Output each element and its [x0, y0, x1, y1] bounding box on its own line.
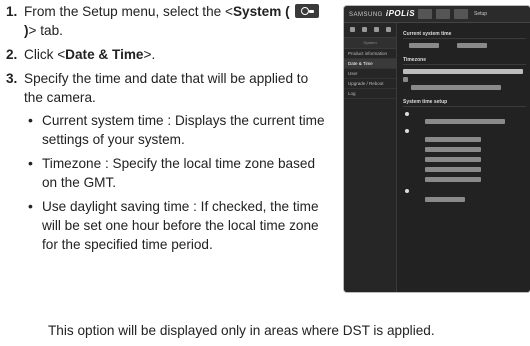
- list-item: Use daylight saving time : If checked, t…: [24, 197, 326, 254]
- sidebar-header: System: [344, 38, 396, 49]
- ntp-address-1[interactable]: [425, 137, 481, 142]
- step-text-end: > tab.: [28, 23, 63, 38]
- sidebar-item-user[interactable]: User: [344, 69, 396, 79]
- section-current-time: Current system time: [403, 31, 452, 37]
- manual-date-time-fields[interactable]: [425, 119, 505, 124]
- setup-label: Setup: [474, 11, 488, 17]
- system-tab-label: System (: [232, 4, 294, 19]
- pc-date-field: [425, 197, 465, 202]
- manual-radio[interactable]: [405, 112, 409, 116]
- brand-logo: SAMSUNG iPOLiS: [349, 9, 416, 18]
- step-1: 1. From the Setup menu, select the <Syst…: [6, 2, 326, 40]
- step-number: 1.: [6, 4, 18, 19]
- instruction-steps: 1. From the Setup menu, select the <Syst…: [6, 2, 326, 259]
- step-text: Specify the time and date that will be a…: [24, 71, 309, 105]
- section-system-time-setup: System time setup: [403, 99, 448, 105]
- sidebar-item-date-time[interactable]: Date & Time: [344, 59, 396, 69]
- step-number: 3.: [6, 71, 18, 86]
- option-list: Current system time : Displays the curre…: [24, 111, 326, 254]
- setup-screenshot: SAMSUNG iPOLiS Setup System Product infor…: [344, 6, 530, 292]
- live-icon[interactable]: [418, 9, 432, 19]
- timezone-select[interactable]: [403, 69, 523, 74]
- step-text: Click <: [24, 47, 66, 62]
- sidebar-item-product-information[interactable]: Product information: [344, 49, 396, 59]
- list-item: Current system time : Displays the curre…: [24, 111, 326, 149]
- step-3: 3. Specify the time and date that will b…: [6, 69, 326, 254]
- settings-panel: Current system time Timezone System time…: [397, 23, 530, 292]
- divider: [403, 64, 526, 65]
- system-gear-icon: [295, 4, 320, 18]
- divider: [403, 106, 526, 107]
- search-icon[interactable]: [436, 9, 450, 19]
- ntp-address-4[interactable]: [425, 167, 481, 172]
- ntp-address-3[interactable]: [425, 157, 481, 162]
- video-icon[interactable]: [350, 27, 355, 32]
- dst-period-field[interactable]: [411, 85, 501, 90]
- network-icon[interactable]: [362, 27, 367, 32]
- step-text-end: >.: [143, 47, 156, 62]
- setup-icon[interactable]: [454, 9, 468, 19]
- dst-checkbox[interactable]: [403, 77, 408, 82]
- date-field: [409, 43, 439, 48]
- sidebar-item-upgrade-reboot[interactable]: Upgrade / Reboot: [344, 79, 396, 89]
- category-icons: [344, 23, 396, 38]
- ntp-radio[interactable]: [405, 129, 409, 133]
- section-timezone: Timezone: [403, 57, 426, 63]
- dst-note: This option will be displayed only in ar…: [48, 323, 435, 338]
- step-text: From the Setup menu, select the <: [24, 4, 233, 19]
- setup-sidebar: System Product information Date & Time U…: [344, 23, 397, 292]
- top-bar: SAMSUNG iPOLiS Setup: [344, 6, 530, 23]
- ntp-address-2[interactable]: [425, 147, 481, 152]
- ntp-address-5[interactable]: [425, 177, 481, 182]
- sidebar-item-log[interactable]: Log: [344, 89, 396, 99]
- system-icon[interactable]: [386, 27, 391, 32]
- list-item: Timezone : Specify the local time zone b…: [24, 154, 326, 192]
- divider: [403, 38, 526, 39]
- event-icon[interactable]: [374, 27, 379, 32]
- step-number: 2.: [6, 47, 18, 62]
- step-2: 2. Click <Date & Time>.: [6, 45, 326, 64]
- pc-sync-radio[interactable]: [405, 189, 409, 193]
- time-field: [457, 43, 487, 48]
- date-time-label: Date & Time: [65, 47, 144, 62]
